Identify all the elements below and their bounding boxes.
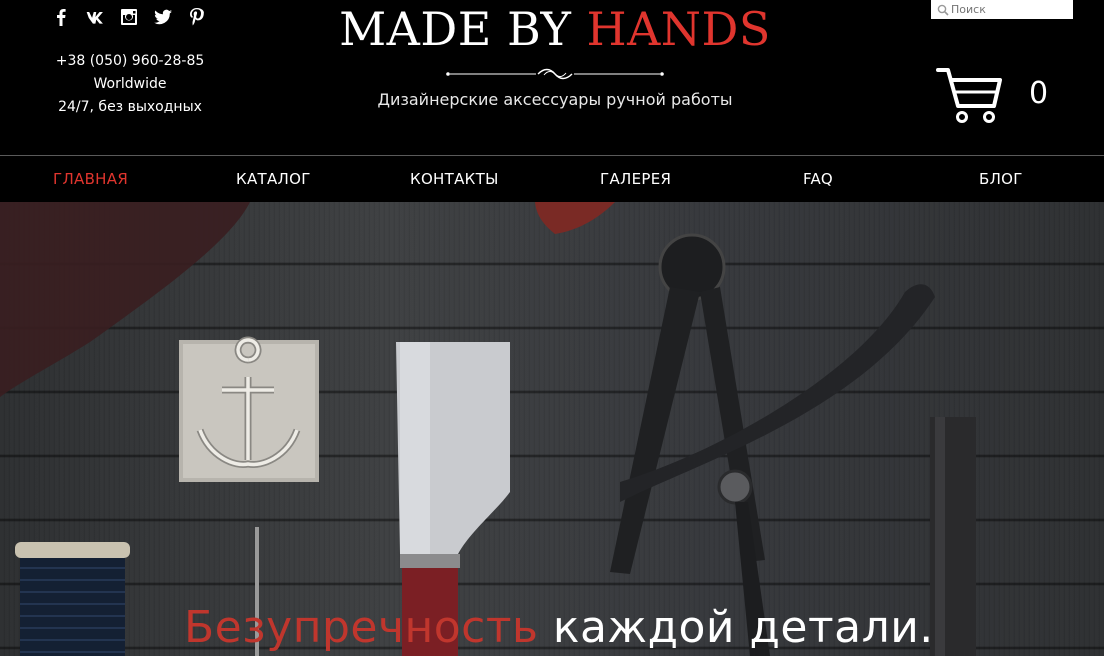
pinterest-icon[interactable] (186, 6, 208, 28)
cart-icon (936, 68, 1002, 123)
search-input[interactable] (951, 3, 1061, 16)
region-text: Worldwide (93, 76, 167, 92)
logo-title-part2: HANDS (586, 2, 771, 56)
ornament-divider (446, 68, 664, 80)
cart-button[interactable] (936, 66, 1006, 126)
nav-item-catalog[interactable]: КАТАЛОГ (236, 170, 311, 188)
phone-number[interactable]: +38 (050) 960-28-85 (40, 50, 220, 73)
logo-tagline: Дизайнерские аксессуары ручной работы (377, 90, 733, 109)
nav-item-faq[interactable]: FAQ (803, 170, 833, 188)
hero-headline-red: Безупречность (184, 602, 539, 653)
instagram-icon[interactable] (118, 6, 140, 28)
twitter-icon[interactable] (152, 6, 174, 28)
main-nav: ГЛАВНАЯ КАТАЛОГ КОНТАКТЫ ГАЛЕРЕЯ FAQ БЛО… (0, 156, 1104, 202)
hero-headline-white: каждой детали. (538, 602, 934, 653)
search-icon (937, 4, 949, 16)
logo-title-part1: MADE BY (339, 2, 587, 56)
nav-item-contacts[interactable]: КОНТАКТЫ (410, 170, 499, 188)
hero-image (0, 202, 976, 656)
site-header: +38 (050) 960-28-85 Worldwide 24/7, без … (0, 0, 1104, 156)
nav-item-blog[interactable]: БЛОГ (979, 170, 1023, 188)
social-links (50, 6, 208, 28)
nav-item-gallery[interactable]: ГАЛЕРЕЯ (600, 170, 671, 188)
facebook-icon[interactable] (50, 6, 72, 28)
contact-info: +38 (050) 960-28-85 Worldwide 24/7, без … (40, 50, 220, 119)
hero-headline: Безупречность каждой детали. (184, 602, 934, 653)
search-box[interactable] (931, 0, 1073, 19)
site-logo[interactable]: MADE BY HANDS Дизайнерские аксессуары ру… (300, 2, 810, 109)
logo-title: MADE BY HANDS (300, 2, 810, 56)
cart-count: 0 (1029, 76, 1049, 111)
hero-banner: Безупречность каждой детали. (0, 202, 1104, 656)
nav-item-home[interactable]: ГЛАВНАЯ (53, 170, 128, 188)
working-hours: 24/7, без выходных (58, 99, 202, 115)
vk-icon[interactable] (84, 6, 106, 28)
